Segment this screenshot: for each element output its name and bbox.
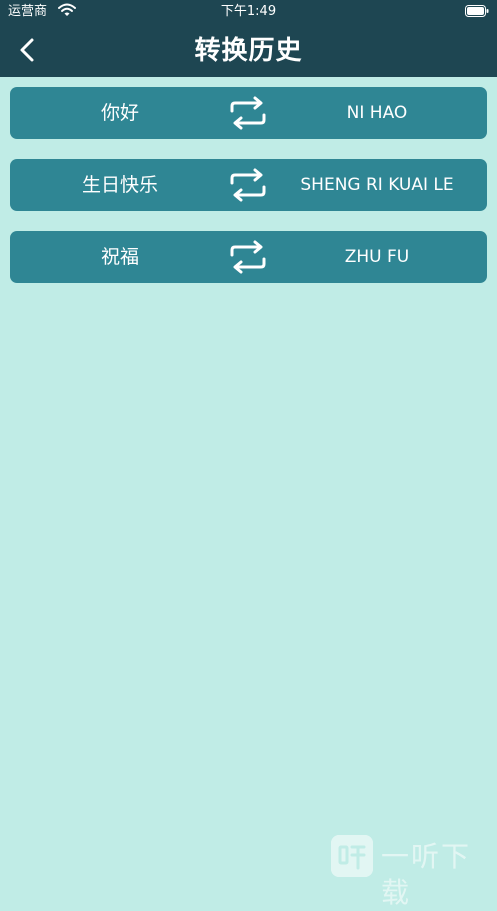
history-source-text: 祝福 [100, 246, 139, 268]
history-source-text: 生日快乐 [81, 174, 158, 196]
page-title: 转换历史 [194, 36, 303, 66]
nav-bar: 转换历史 [0, 24, 497, 77]
watermark-logo-icon [331, 835, 373, 877]
battery-icon [465, 5, 489, 17]
swap-arrows-icon [230, 168, 266, 202]
watermark-text: 一听下载 [381, 840, 472, 909]
swap-arrows-icon [230, 96, 266, 130]
swap-arrows-icon [230, 240, 266, 274]
status-bar: 运营商 下午1:49 [0, 0, 497, 24]
history-row[interactable]: 祝福 ZHU FU [10, 231, 487, 283]
history-row[interactable]: 你好 NI HAO [10, 87, 487, 139]
watermark: 一听下载 [331, 835, 491, 909]
history-result-text: ZHU FU [344, 247, 410, 267]
history-result-text: NI HAO [346, 103, 408, 123]
top-bar: 运营商 下午1:49 转换历史 [0, 0, 497, 77]
status-time: 下午1:49 [220, 4, 277, 19]
history-list: 你好 NI HAO 生日快乐 SHENG RI KUAI LE 祝福 ZHU F… [10, 87, 487, 303]
history-row[interactable]: 生日快乐 SHENG RI KUAI LE [10, 159, 487, 211]
history-result-text: SHENG RI KUAI LE [300, 175, 454, 195]
history-source-text: 你好 [100, 102, 139, 124]
